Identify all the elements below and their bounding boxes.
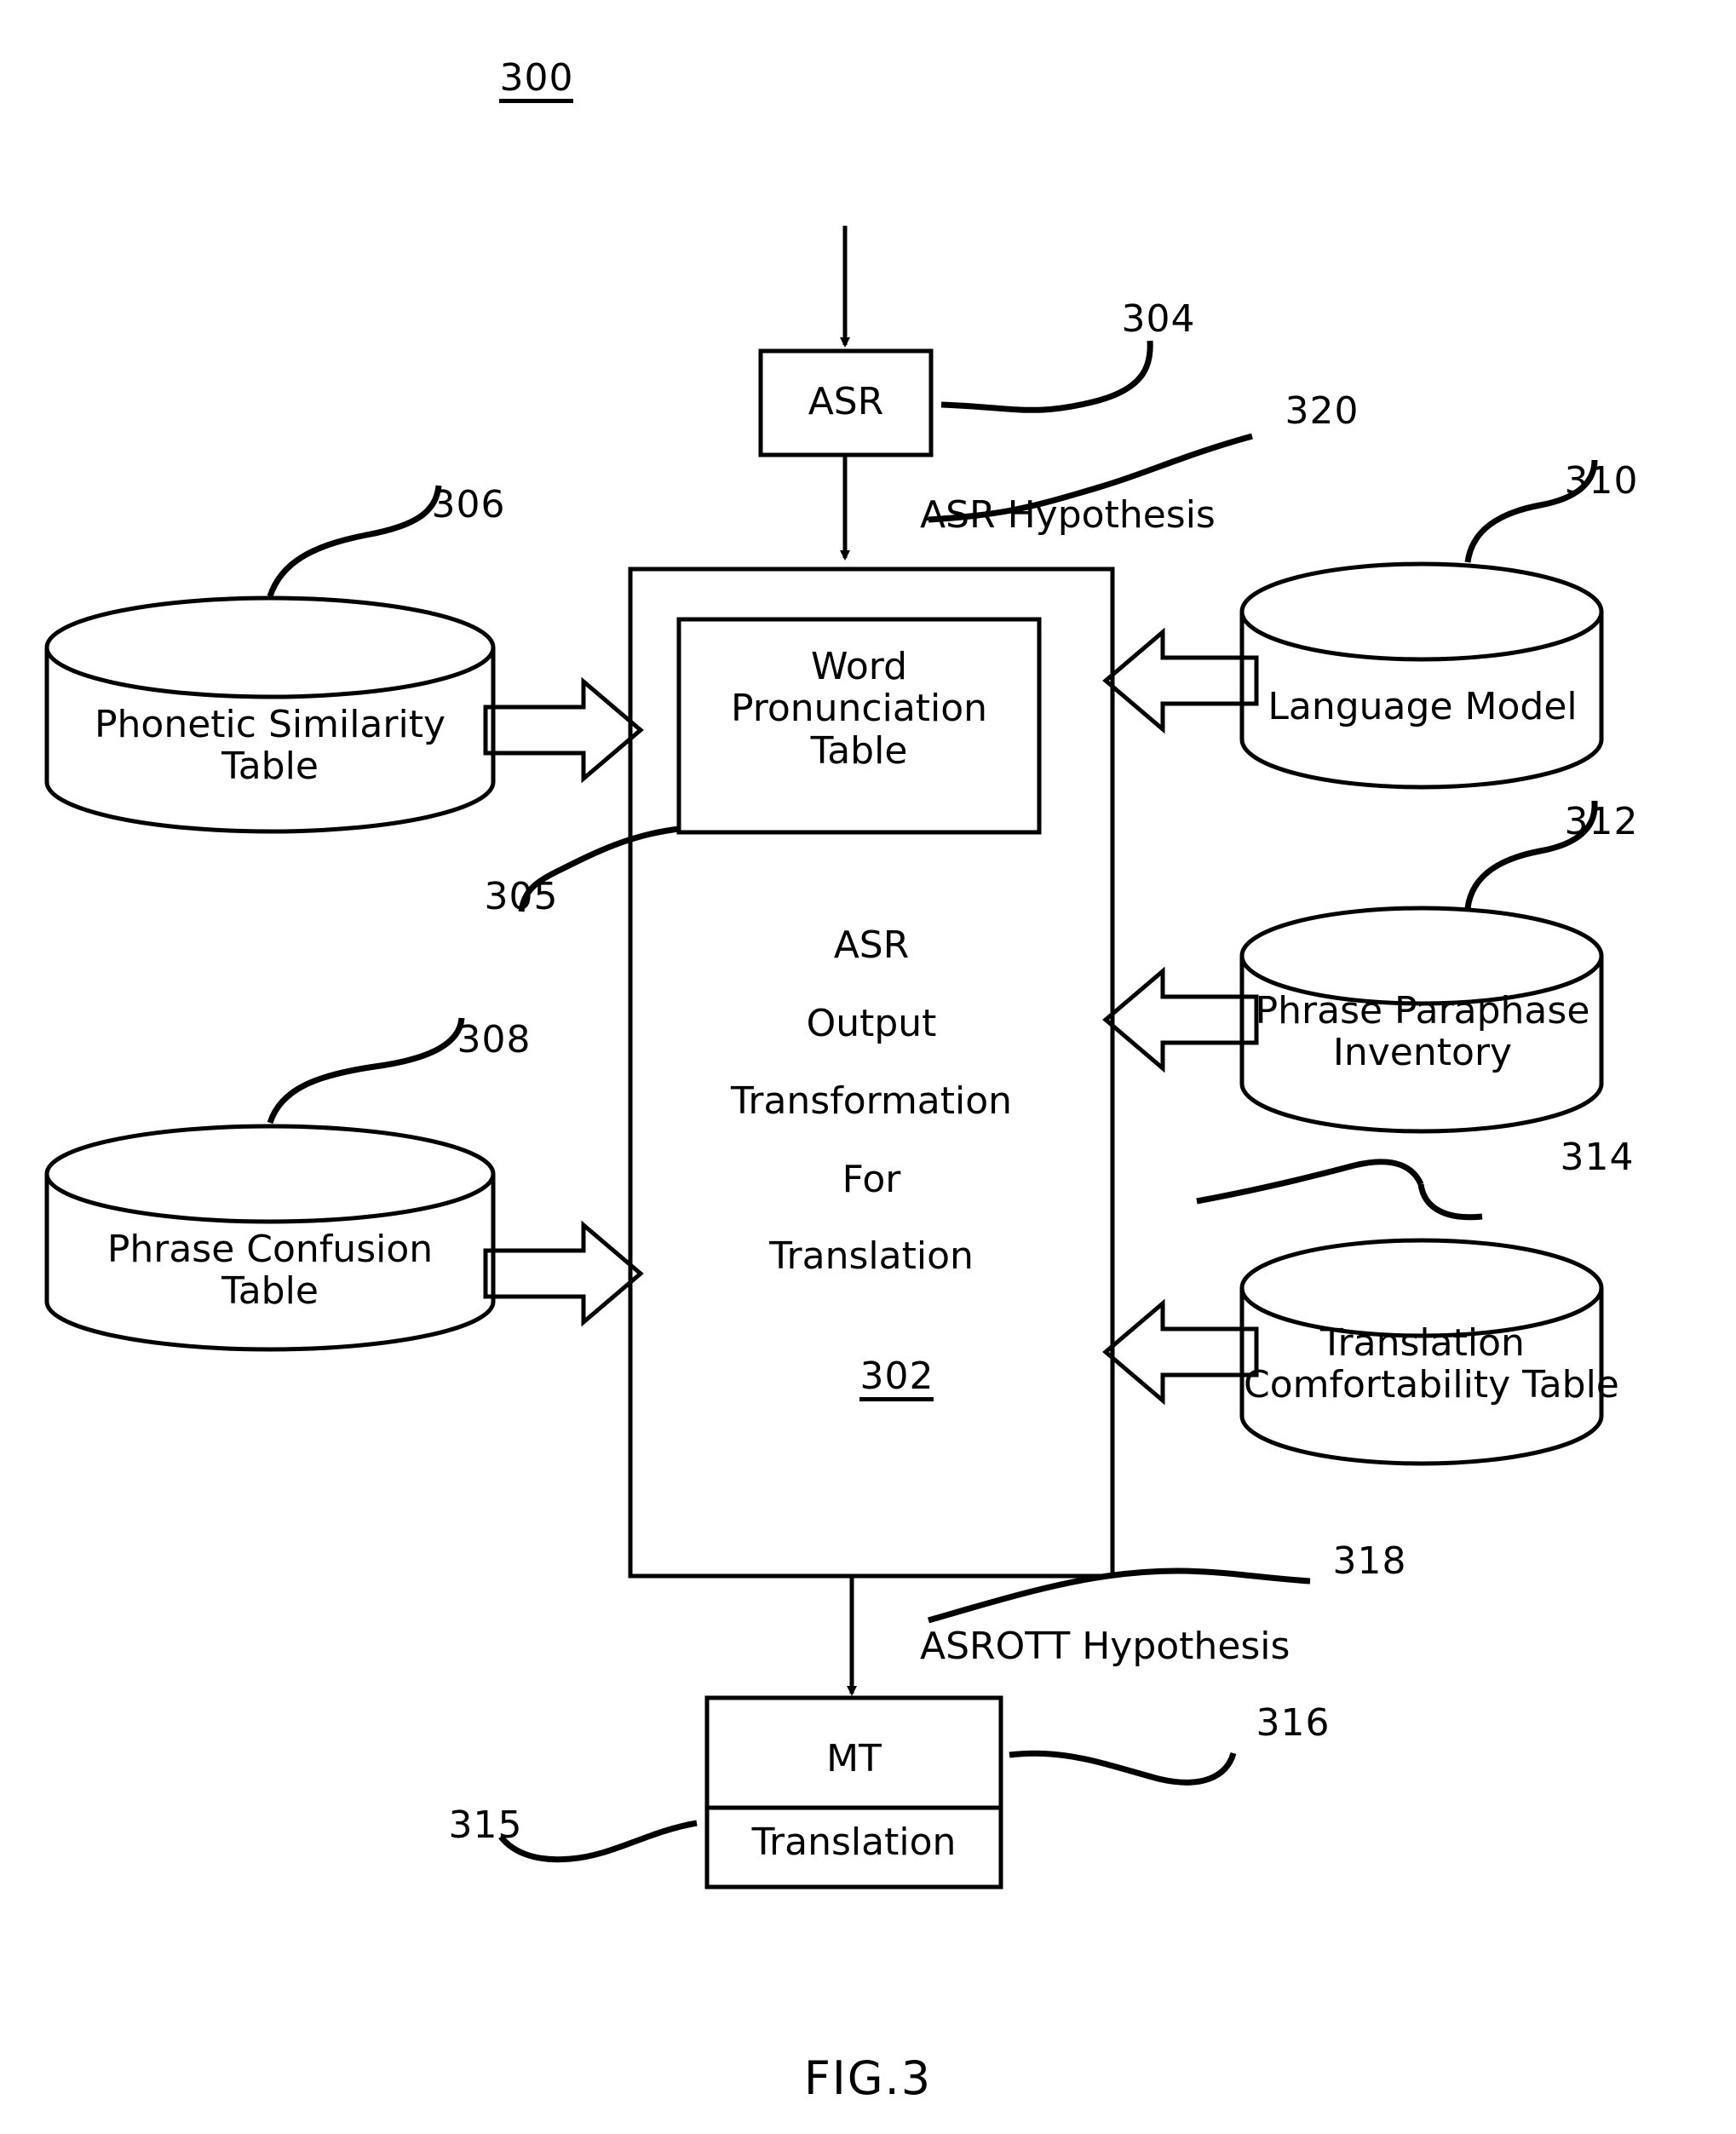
block-arrow-comfortability-to-main bbox=[1102, 1298, 1259, 1406]
figure-number-label: 300 bbox=[443, 15, 579, 146]
ref-306-label: 306 bbox=[431, 483, 506, 526]
ref-304-label: 304 bbox=[1121, 297, 1196, 341]
word-pronunciation-table-text: Word Pronunciation Table bbox=[730, 645, 988, 773]
leader-304 bbox=[940, 340, 1153, 413]
main-box-line-3: Transformation bbox=[730, 1079, 1013, 1123]
ref-315-label: 315 bbox=[448, 1803, 523, 1847]
ref-308-label: 308 bbox=[457, 1018, 532, 1061]
block-arrow-language-model-to-main bbox=[1102, 627, 1259, 734]
asrott-hypothesis-label: ASROTT Hypothesis bbox=[920, 1625, 1291, 1668]
block-arrow-phonetic-to-main bbox=[483, 676, 644, 784]
mt-box-label: MT bbox=[826, 1737, 882, 1780]
cylinder-language-model bbox=[1239, 561, 1604, 790]
phrase-paraphase-inventory-label: Phrase Paraphase Inventory bbox=[1255, 989, 1590, 1075]
leader-316 bbox=[1009, 1750, 1237, 1786]
leader-308 bbox=[267, 1017, 465, 1125]
ref-305-label: 305 bbox=[484, 875, 559, 918]
ref-302-label: 302 bbox=[630, 1314, 1112, 1444]
leader-314-tail bbox=[1417, 1183, 1483, 1221]
phonetic-similarity-table-label: Phonetic Similarity Table bbox=[95, 703, 445, 789]
block-arrow-confusion-to-main bbox=[483, 1220, 644, 1327]
main-box-line-2: Output bbox=[806, 1002, 937, 1045]
figure-caption: FIG.3 bbox=[803, 2051, 933, 2105]
asr-hypothesis-label: ASR Hypothesis bbox=[920, 493, 1216, 537]
ref-314-label: 314 bbox=[1560, 1136, 1635, 1179]
leader-318 bbox=[928, 1567, 1311, 1624]
language-model-label: Language Model bbox=[1268, 685, 1578, 728]
word-pronunciation-table-label: Word Pronunciation Table bbox=[679, 646, 1039, 772]
ref-310-label: 310 bbox=[1564, 459, 1639, 503]
translation-box-label: Translation bbox=[751, 1821, 957, 1864]
ref-312-label: 312 bbox=[1564, 800, 1639, 843]
leader-314 bbox=[1196, 1159, 1424, 1205]
phrase-confusion-table-label: Phrase Confusion Table bbox=[106, 1228, 434, 1314]
ref-320-label: 320 bbox=[1285, 389, 1359, 433]
leader-306 bbox=[267, 485, 442, 598]
ref-316-label: 316 bbox=[1256, 1701, 1331, 1745]
translation-comfortability-table-label: Translation Comfortability Table bbox=[1244, 1321, 1619, 1407]
asr-box-label: ASR bbox=[808, 380, 884, 423]
main-box-line-1: ASR bbox=[833, 923, 910, 967]
block-arrow-paraphase-to-main bbox=[1102, 966, 1259, 1073]
main-box-line-4: For bbox=[842, 1158, 901, 1201]
main-box-line-5: Translation bbox=[769, 1234, 974, 1278]
patent-figure-canvas: 300 ASR 304 ASR Hypothesis 320 Word Pron… bbox=[0, 0, 1736, 2134]
ref-318-label: 318 bbox=[1332, 1539, 1407, 1583]
